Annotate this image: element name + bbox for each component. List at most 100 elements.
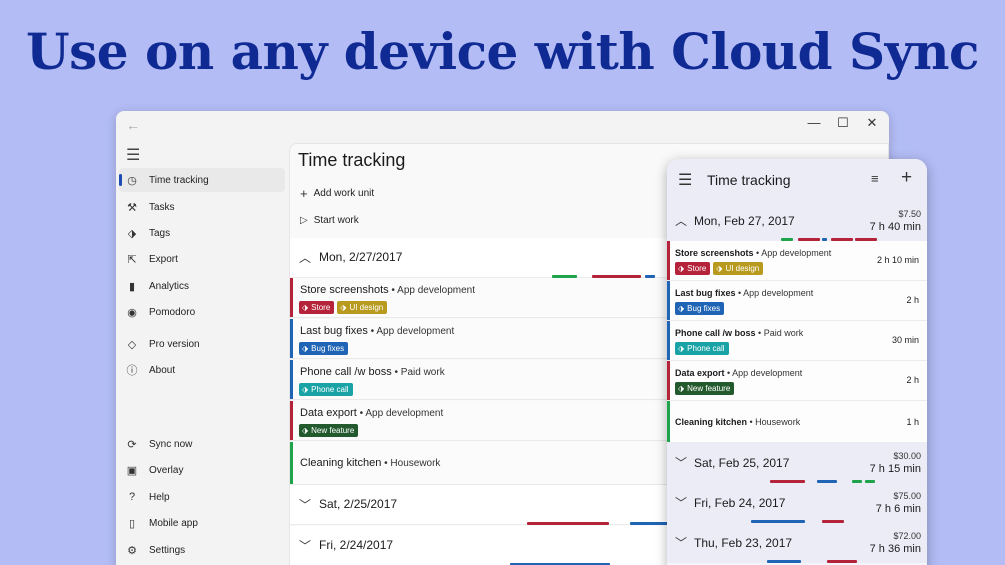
day-amount: $75.00 bbox=[893, 491, 921, 501]
entry-title: Store screenshots • App development bbox=[300, 284, 476, 296]
headline: Use on any device with Cloud Sync bbox=[26, 22, 979, 81]
sidebar-item-pro-version[interactable]: ◇ Pro version bbox=[119, 332, 285, 356]
add-work-unit-label: Add work unit bbox=[313, 188, 375, 199]
list-item[interactable]: Cleaning kitchen • Housework 1 h bbox=[667, 401, 927, 443]
day-group[interactable]: ﹀ Thu, Feb 23, 2017 $72.00 7 h 36 min bbox=[667, 523, 927, 563]
tag-chip[interactable]: ⬗ Phone call bbox=[675, 342, 729, 355]
day-duration: 7 h 6 min bbox=[875, 503, 921, 515]
add-work-unit-button[interactable]: + Add work unit bbox=[300, 186, 374, 201]
start-work-button[interactable]: ▷ Start work bbox=[300, 215, 359, 226]
sidebar-item-pomodoro[interactable]: ◉ Pomodoro bbox=[119, 300, 285, 324]
play-icon: ▷ bbox=[300, 215, 308, 226]
sidebar-item-label: Tasks bbox=[149, 201, 175, 213]
tag-icon: ⬗ bbox=[678, 344, 685, 353]
tag-chip[interactable]: ⬗ Phone call bbox=[299, 383, 353, 396]
sidebar-item-label: Settings bbox=[149, 544, 186, 556]
sidebar-item-tags[interactable]: ⬗ Tags bbox=[119, 221, 285, 245]
sidebar-item-label: Sync now bbox=[149, 438, 193, 450]
sidebar-item-mobile-app[interactable]: ▯ Mobile app bbox=[119, 511, 285, 535]
tag-icon: ⬗ bbox=[302, 344, 309, 353]
entry-stripe bbox=[667, 401, 670, 442]
list-item[interactable]: Store screenshots • App development ⬗ Sto… bbox=[667, 241, 927, 281]
entry-title: Cleaning kitchen • Housework bbox=[675, 417, 801, 427]
sidebar-item-label: Analytics bbox=[149, 280, 190, 292]
sidebar-item-tasks[interactable]: ⚒ Tasks bbox=[119, 195, 285, 219]
entry-title: Data export • App development bbox=[300, 407, 444, 419]
entry-title: Store screenshots • App development bbox=[675, 248, 832, 258]
chevron-up-icon[interactable]: ︿ bbox=[675, 212, 687, 229]
tag-icon: ⬗ bbox=[340, 303, 347, 312]
entry-stripe bbox=[290, 360, 293, 399]
timeline-bar bbox=[630, 522, 670, 525]
entry-stripe bbox=[667, 281, 670, 320]
mobile-title: Time tracking bbox=[707, 172, 791, 188]
sync-icon: ⟳ bbox=[127, 438, 137, 451]
tag-chip[interactable]: ⬗ New feature bbox=[299, 424, 359, 437]
sidebar-item-label: About bbox=[149, 364, 176, 376]
chevron-down-icon[interactable]: ﹀ bbox=[299, 537, 311, 554]
sidebar-item-label: Pomodoro bbox=[149, 306, 196, 318]
sidebar-item-label: Time tracking bbox=[149, 174, 209, 186]
entry-duration: 1 h bbox=[906, 417, 919, 427]
gear-icon: ⚙ bbox=[127, 544, 137, 557]
tag-icon: ⬗ bbox=[678, 304, 685, 313]
day-date: Mon, Feb 27, 2017 bbox=[694, 214, 795, 228]
entry-stripe bbox=[290, 401, 293, 440]
sidebar-item-help[interactable]: ? Help bbox=[119, 485, 285, 509]
chevron-down-icon[interactable]: ﹀ bbox=[675, 454, 687, 471]
day-date: Mon, 2/27/2017 bbox=[319, 250, 403, 264]
chevron-down-icon[interactable]: ﹀ bbox=[675, 534, 687, 551]
day-group[interactable]: ﹀ Sat, Feb 25, 2017 $30.00 7 h 15 min bbox=[667, 443, 927, 483]
tag-icon: ⬗ bbox=[127, 227, 137, 240]
entry-duration: 2 h 10 min bbox=[876, 255, 919, 265]
tag-chip[interactable]: ⬗ New feature bbox=[675, 382, 735, 395]
tag-chip[interactable]: ⬗ Store bbox=[675, 262, 711, 275]
day-group[interactable]: ︿ Mon, Feb 27, 2017 $7.50 7 h 40 min bbox=[667, 201, 927, 241]
entry-stripe bbox=[290, 319, 293, 358]
chevron-down-icon[interactable]: ﹀ bbox=[675, 494, 687, 511]
tag-chip[interactable]: ⬗ UI design bbox=[713, 262, 764, 275]
entry-stripe bbox=[667, 241, 670, 280]
filter-icon[interactable]: ≡ bbox=[871, 171, 879, 186]
tag-chip[interactable]: ⬗ Bug fixes bbox=[299, 342, 349, 355]
entry-title: Phone call /w boss • Paid work bbox=[300, 366, 445, 378]
sidebar-item-overlay[interactable]: ▣ Overlay bbox=[119, 458, 285, 482]
hamburger-menu-icon[interactable]: ☰ bbox=[678, 170, 692, 190]
chevron-down-icon[interactable]: ﹀ bbox=[299, 496, 311, 513]
entry-stripe bbox=[290, 442, 293, 484]
day-amount: $72.00 bbox=[893, 531, 921, 541]
sidebar-item-analytics[interactable]: ▮ Analytics bbox=[119, 274, 285, 298]
day-duration: 7 h 36 min bbox=[869, 543, 921, 555]
list-item[interactable]: Last bug fixes • App development ⬗ Bug fi… bbox=[667, 281, 927, 321]
sidebar-item-label: Mobile app bbox=[149, 517, 198, 529]
entry-duration: 2 h bbox=[906, 375, 919, 385]
sidebar-item-time-tracking[interactable]: ◷ Time tracking bbox=[119, 168, 285, 192]
tag-icon: ⬗ bbox=[302, 385, 309, 394]
day-date: Sat, Feb 25, 2017 bbox=[694, 456, 790, 470]
chevron-up-icon[interactable]: ︿ bbox=[299, 249, 311, 266]
sidebar-item-about[interactable]: ⓘ About bbox=[119, 358, 285, 382]
add-icon[interactable]: + bbox=[901, 167, 912, 189]
wrench-icon: ⚒ bbox=[127, 201, 137, 214]
sidebar-item-settings[interactable]: ⚙ Settings bbox=[119, 538, 285, 562]
hamburger-menu-icon[interactable]: ☰ bbox=[126, 145, 140, 165]
close-button[interactable]: ✕ bbox=[864, 115, 880, 131]
entry-title: Last bug fixes • App development bbox=[300, 325, 455, 337]
list-item[interactable]: Data export • App development ⬗ New featu… bbox=[667, 361, 927, 401]
sidebar-item-sync-now[interactable]: ⟳ Sync now bbox=[119, 432, 285, 456]
tag-icon: ⬗ bbox=[678, 264, 685, 273]
sidebar-item-label: Pro version bbox=[149, 338, 200, 350]
day-date: Sat, 2/25/2017 bbox=[319, 497, 398, 511]
entry-title: Data export • App development bbox=[675, 368, 803, 378]
tag-chip[interactable]: ⬗ Bug fixes bbox=[675, 302, 725, 315]
list-item[interactable]: Phone call /w boss • Paid work ⬗ Phone ca… bbox=[667, 321, 927, 361]
minimize-button[interactable]: — bbox=[806, 115, 822, 130]
day-duration: 7 h 15 min bbox=[869, 463, 921, 475]
tag-chip[interactable]: ⬗ UI design bbox=[337, 301, 388, 314]
back-arrow-icon[interactable]: ← bbox=[126, 117, 140, 133]
tag-chip[interactable]: ⬗ Store bbox=[299, 301, 335, 314]
info-icon: ⓘ bbox=[126, 365, 138, 377]
sidebar-item-export[interactable]: ⇱ Export bbox=[119, 247, 285, 271]
day-group[interactable]: ﹀ Fri, Feb 24, 2017 $75.00 7 h 6 min bbox=[667, 483, 927, 523]
maximize-button[interactable]: ☐ bbox=[835, 115, 851, 131]
